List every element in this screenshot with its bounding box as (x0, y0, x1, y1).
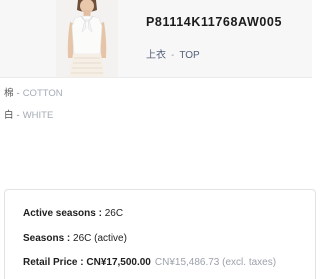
active-seasons-value: 26C (104, 208, 124, 219)
product-image[interactable] (56, 0, 118, 77)
season-price-card: Active seasons : 26C Seasons : 26C (acti… (4, 189, 316, 279)
attribute-label-zh: 棉 (4, 88, 14, 99)
attribute-separator: - (16, 110, 20, 121)
seasons-value: 26C (active) (73, 233, 127, 244)
seasons-row: Seasons : 26C (active) (23, 233, 127, 244)
attribute-separator: - (16, 88, 20, 99)
retail-price-label: Retail Price : (23, 257, 84, 268)
retail-price-value: CN¥17,500.00 (86, 257, 151, 268)
category-en: TOP (179, 50, 200, 61)
attribute-color: 白 - WHITE (4, 107, 53, 121)
attribute-value-en: COTTON (22, 88, 63, 99)
active-seasons-row: Active seasons : 26C (23, 208, 123, 219)
attribute-label-zh: 白 (4, 110, 14, 121)
retail-price-excl-taxes: CN¥15,486.73 (excl. taxes) (154, 257, 277, 268)
product-header: P81114K11768AW005 上衣 - TOP (0, 0, 312, 78)
seasons-label: Seasons : (23, 233, 71, 244)
product-photo (56, 0, 118, 77)
retail-price-row: Retail Price : CN¥17,500.00 CN¥15,486.73 … (23, 257, 276, 268)
product-detail-page: P81114K11768AW005 上衣 - TOP 棉 - COTTON 白 - WHIT… (0, 0, 316, 279)
attribute-material: 棉 - COTTON (4, 85, 63, 99)
product-category: 上衣 - TOP (146, 46, 200, 61)
product-sku: P81114K11768AW005 (146, 15, 283, 29)
attribute-value-en: WHITE (22, 110, 54, 121)
category-zh: 上衣 (146, 50, 166, 61)
category-separator: - (171, 50, 175, 61)
active-seasons-label: Active seasons : (23, 208, 102, 219)
